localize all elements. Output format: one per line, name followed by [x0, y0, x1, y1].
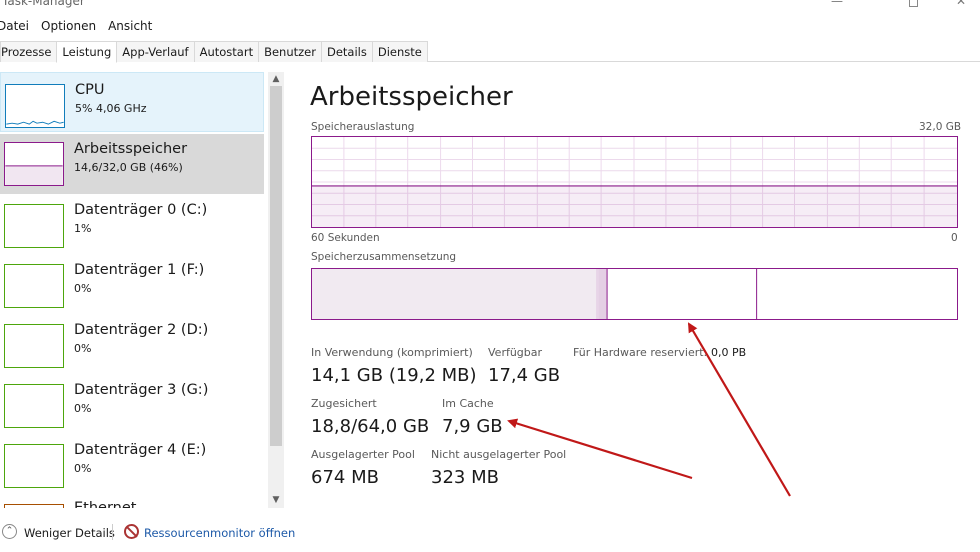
disk-thumbnail-graph — [4, 204, 64, 248]
disk-thumbnail-graph — [4, 264, 64, 308]
composition-label: Speicherzusammensetzung — [311, 251, 457, 263]
usage-graph-label: Speicherauslastung — [311, 121, 415, 133]
disk-thumbnail-graph — [4, 324, 64, 368]
disk-thumbnail-graph — [4, 444, 64, 488]
stat-in-use-value: 14,1 GB (19,2 MB) — [311, 365, 477, 386]
sidebar-item-name: Ethernet — [74, 500, 137, 508]
menu-bar: Datei Optionen Ansicht — [0, 17, 164, 37]
menu-file[interactable]: Datei — [0, 17, 29, 37]
stat-nonpaged-pool-label: Nicht ausgelagerter Pool — [431, 448, 567, 461]
usage-graph-max: 32,0 GB — [919, 121, 962, 133]
stat-paged-pool-label: Ausgelagerter Pool — [311, 448, 415, 461]
graph-time-left: 60 Sekunden — [311, 232, 380, 244]
sidebar-item-disk-4[interactable]: Datenträger 4 (E:) 0% — [0, 434, 264, 494]
sidebar-item-name: Datenträger 0 (C:) — [74, 202, 208, 218]
composition-standby — [608, 269, 757, 319]
graph-time-right: 0 — [951, 232, 958, 244]
tab-processes[interactable]: Prozesse — [0, 41, 58, 62]
usage-fill — [312, 185, 957, 227]
sidebar-item-name: Datenträger 4 (E:) — [74, 442, 207, 458]
menu-options[interactable]: Optionen — [41, 17, 96, 37]
stat-available-label: Verfügbar — [488, 346, 543, 359]
stat-nonpaged-pool-value: 323 MB — [431, 467, 499, 488]
stat-hw-reserved-label: Für Hardware reserviert: — [573, 346, 708, 359]
resource-monitor-link[interactable]: Ressourcenmonitor öffnen — [144, 526, 295, 540]
composition-free — [757, 269, 957, 319]
sidebar-item-value: 1% — [74, 222, 92, 235]
tab-performance[interactable]: Leistung — [56, 41, 118, 63]
fewer-details-link[interactable]: Weniger Details — [24, 526, 115, 540]
sidebar-item-memory[interactable]: Arbeitsspeicher 14,6/32,0 GB (46%) — [0, 134, 264, 194]
tab-details[interactable]: Details — [320, 41, 373, 62]
tab-services[interactable]: Dienste — [371, 41, 428, 62]
cpu-thumbnail-graph — [5, 84, 65, 128]
stat-in-use-label: In Verwendung (komprimiert) — [311, 346, 473, 359]
stat-committed-label: Zugesichert — [311, 397, 377, 410]
memory-composition-bar — [311, 268, 958, 320]
memory-thumbnail-graph — [4, 142, 64, 186]
title-bar: Task-Manager — ✕ — [0, 0, 980, 14]
maximize-button[interactable] — [890, 0, 936, 12]
stat-cached-value: 7,9 GB — [442, 416, 503, 437]
sidebar-item-ethernet[interactable]: Ethernet — [0, 494, 264, 508]
scroll-down-icon[interactable]: ▼ — [268, 493, 284, 507]
composition-in-use — [312, 269, 598, 319]
sidebar-item-value: 14,6/32,0 GB (46%) — [74, 161, 183, 174]
chevron-up-icon[interactable]: ⌃ — [2, 524, 17, 539]
stat-available-value: 17,4 GB — [488, 365, 561, 386]
disk-thumbnail-graph — [4, 384, 64, 428]
sidebar-item-name: Datenträger 1 (F:) — [74, 262, 205, 278]
resource-monitor-icon[interactable] — [124, 524, 139, 539]
footer-divider — [112, 524, 113, 540]
tab-users[interactable]: Benutzer — [258, 41, 322, 62]
page-title: Arbeitsspeicher — [310, 82, 513, 112]
network-thumbnail-graph — [4, 504, 64, 508]
scroll-up-icon[interactable]: ▲ — [268, 72, 284, 86]
sidebar-item-value: 0% — [74, 282, 92, 295]
memory-usage-graph — [311, 136, 958, 228]
stat-hw-reserved-value: 0,0 PB — [711, 346, 747, 359]
sidebar-item-name: CPU — [75, 82, 105, 98]
close-button[interactable]: ✕ — [938, 0, 980, 12]
sidebar-item-name: Datenträger 3 (G:) — [74, 382, 209, 398]
sidebar-item-value: 0% — [74, 402, 92, 415]
sidebar-item-name: Datenträger 2 (D:) — [74, 322, 209, 338]
sidebar-item-disk-1[interactable]: Datenträger 1 (F:) 0% — [0, 254, 264, 314]
sidebar-scrollbar[interactable]: ▲ ▼ — [268, 72, 284, 508]
window-title: Task-Manager — [2, 0, 85, 8]
tab-app-history[interactable]: App-Verlauf — [116, 41, 195, 62]
tab-startup[interactable]: Autostart — [193, 41, 260, 62]
stat-cached-label: Im Cache — [442, 397, 494, 410]
sidebar-item-value: 0% — [74, 462, 92, 475]
footer: ⌃ Weniger Details Ressourcenmonitor öffn… — [0, 520, 980, 546]
composition-modified — [598, 269, 608, 319]
sidebar-item-disk-0[interactable]: Datenträger 0 (C:) 1% — [0, 194, 264, 254]
sidebar-item-name: Arbeitsspeicher — [74, 141, 188, 157]
sidebar-item-value: 5% 4,06 GHz — [75, 102, 147, 115]
tab-bar: Prozesse Leistung App-Verlauf Autostart … — [0, 41, 980, 63]
maximize-icon — [908, 0, 918, 7]
sidebar-item-value: 0% — [74, 342, 92, 355]
sidebar-item-disk-2[interactable]: Datenträger 2 (D:) 0% — [0, 314, 264, 374]
scroll-thumb[interactable] — [270, 86, 282, 446]
resource-list: CPU 5% 4,06 GHz Arbeitsspeicher 14,6/32,… — [0, 72, 268, 508]
sidebar-item-cpu[interactable]: CPU 5% 4,06 GHz — [0, 72, 264, 132]
stat-committed-value: 18,8/64,0 GB — [311, 416, 430, 437]
minimize-button[interactable]: — — [814, 0, 860, 12]
menu-view[interactable]: Ansicht — [108, 17, 152, 37]
sidebar-item-disk-3[interactable]: Datenträger 3 (G:) 0% — [0, 374, 264, 434]
stat-paged-pool-value: 674 MB — [311, 467, 379, 488]
